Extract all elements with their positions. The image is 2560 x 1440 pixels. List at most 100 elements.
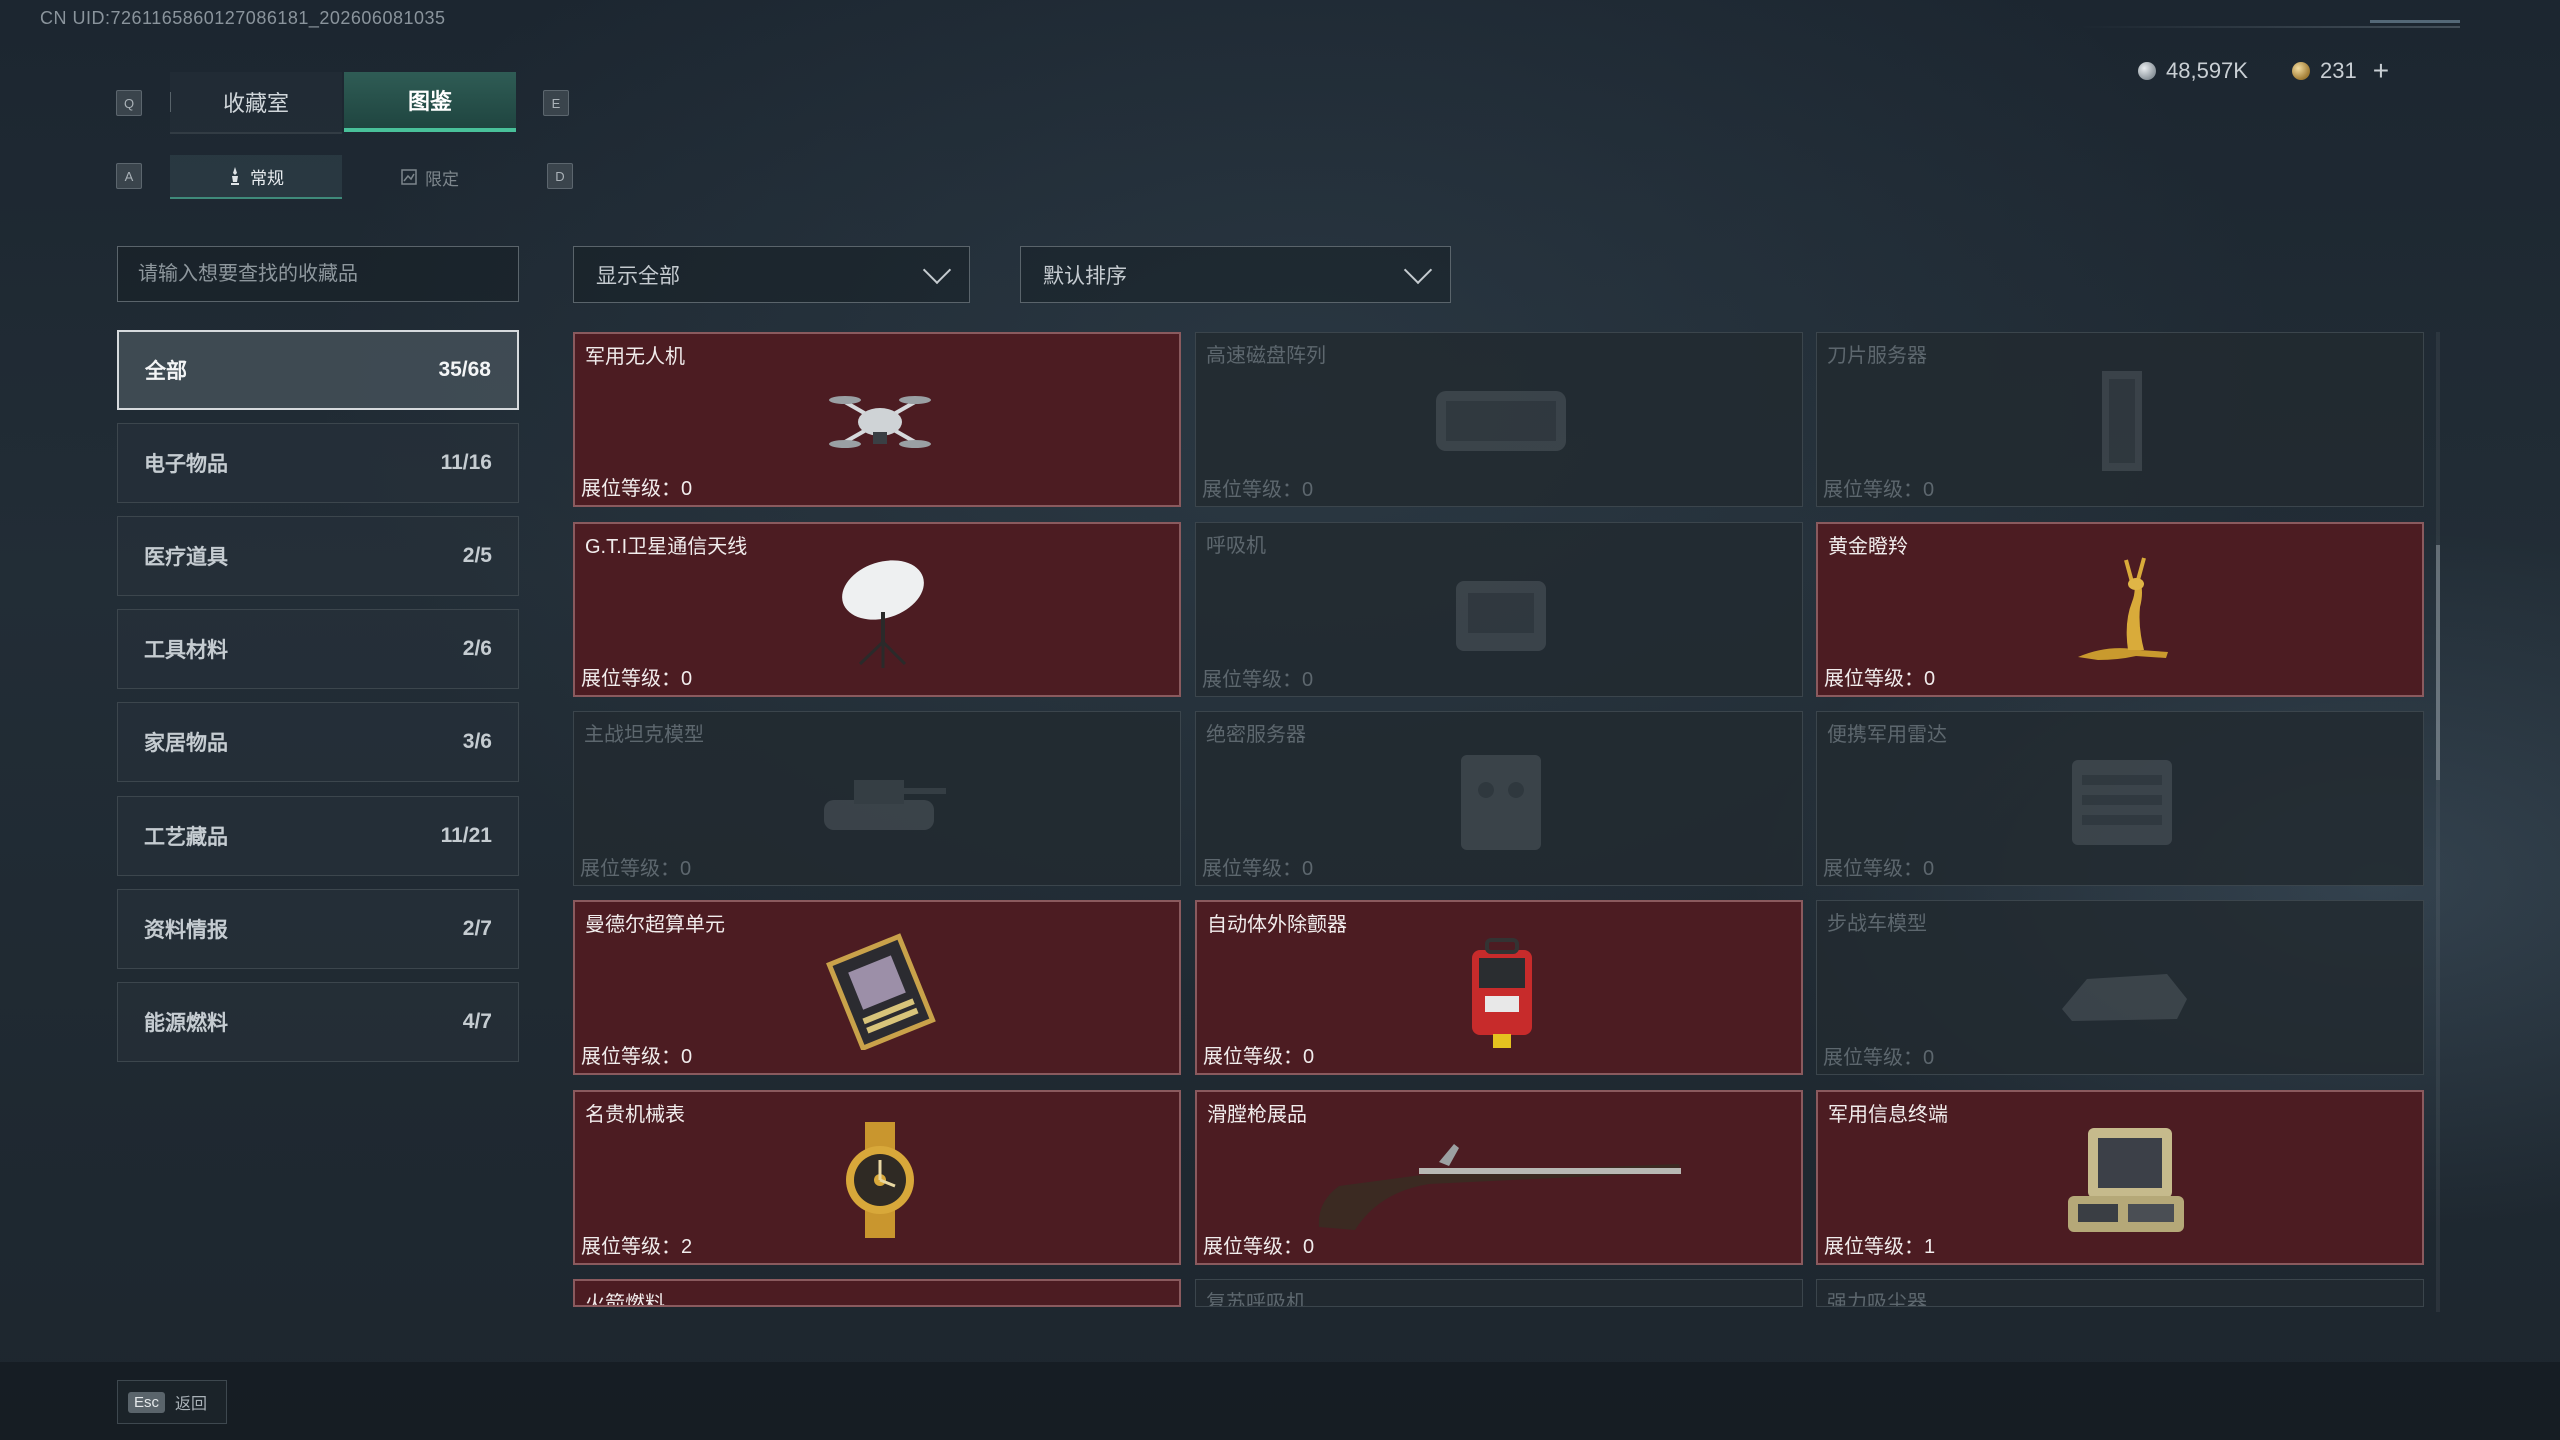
category-count: 3/6 [462,730,492,753]
item-name: 名贵机械表 [585,1104,685,1126]
exhibit-level: 展位等级：1 [1824,1236,1936,1258]
category-count: 11/16 [440,451,492,474]
disk-array-icon [1426,361,1576,481]
musket-icon [1309,1122,1689,1242]
grid-scrollbar-track[interactable] [2436,332,2440,1312]
exhibit-level: 展位等级：0 [1824,668,1936,690]
collectible-card[interactable]: 强力吸尘器 [1816,1279,2424,1307]
add-currency-button[interactable]: + [2373,57,2389,85]
collectible-card[interactable]: 复苏呼吸机 [1195,1279,1803,1307]
collectible-card[interactable]: 便携军用雷达 展位等级：0 [1816,711,2424,886]
category-item[interactable]: 资料情报 2/7 [117,889,519,969]
exhibit-level: 展位等级：2 [581,1236,693,1258]
item-name: 自动体外除颤器 [1207,914,1347,936]
grid-scrollbar-thumb[interactable] [2436,545,2440,780]
radar-icon [2047,740,2197,860]
subtab-limited[interactable]: 限定 [344,155,516,199]
category-item[interactable]: 家居物品 3/6 [117,702,519,782]
exhibit-level: 展位等级：0 [581,1046,693,1068]
item-name: 复苏呼吸机 [1206,1292,1306,1307]
exhibit-level: 展位等级：0 [1203,1046,1315,1068]
collectible-card[interactable]: 步战车模型 展位等级：0 [1816,900,2424,1075]
subtab-regular[interactable]: 常规 [170,155,342,199]
back-button[interactable]: Esc 返回 [117,1380,227,1424]
category-count: 2/5 [462,544,492,567]
collectible-card[interactable]: 曼德尔超算单元展位等级：0 [573,900,1181,1075]
item-name: 刀片服务器 [1827,345,1927,367]
category-label: 资料情报 [144,919,228,942]
category-item[interactable]: 全部 35/68 [117,330,519,410]
ventilator-icon [1426,551,1576,671]
esc-key: Esc [128,1391,166,1413]
item-name: 主战坦克模型 [584,724,704,746]
category-label: 工艺藏品 [144,826,228,849]
back-label: 返回 [175,1396,208,1413]
collectible-card[interactable]: 主战坦克模型展位等级：0 [573,711,1181,886]
gold-currency: 231 + [2292,57,2389,85]
footer-bar [0,1362,2560,1440]
key-d: D [547,163,573,189]
category-label: 能源燃料 [144,1012,228,1035]
item-name: 便携军用雷达 [1827,724,1947,746]
item-name: 呼吸机 [1206,535,1266,557]
collectible-card[interactable]: 名贵机械表展位等级：2 [573,1090,1181,1265]
key-e: E [543,90,569,116]
silver-coin-icon [2138,62,2156,80]
item-name: 曼德尔超算单元 [585,914,725,936]
collectible-search-input[interactable] [117,246,519,302]
tab-catalog[interactable]: 图鉴 [344,72,516,132]
category-label: 医疗道具 [144,546,228,569]
collectible-card[interactable]: 自动体外除颤器展位等级：0 [1195,900,1803,1075]
collectible-card[interactable]: 军用信息终端展位等级：1 [1816,1090,2424,1265]
show-filter-value: 显示全部 [596,264,680,288]
gold-watch-icon [805,1120,955,1240]
satellite-dish-icon [805,552,955,672]
exhibit-level: 展位等级：0 [1823,479,1935,501]
tab-collection-room[interactable]: 收藏室 [170,72,342,134]
item-name: 强力吸尘器 [1827,1292,1927,1307]
ifv-model-icon [2047,929,2197,1049]
category-count: 2/6 [462,637,492,660]
collectible-card[interactable]: 呼吸机 展位等级：0 [1195,522,1803,697]
category-item[interactable]: 能源燃料 4/7 [117,982,519,1062]
category-item[interactable]: 医疗道具 2/5 [117,516,519,596]
top-decor-accent [2370,20,2460,23]
collectible-card[interactable]: 军用无人机 展位等级：0 [573,332,1181,507]
silver-currency: 48,597K [2138,58,2248,84]
chevron-down-icon [922,255,952,284]
exhibit-level: 展位等级：0 [1203,1236,1315,1258]
collectible-card[interactable]: 高速磁盘阵列 展位等级：0 [1195,332,1803,507]
show-filter-dropdown[interactable]: 显示全部 [573,246,970,303]
exhibit-level: 展位等级：0 [580,858,692,880]
sort-value: 默认排序 [1043,264,1127,288]
collectible-card[interactable]: 火箭燃料 [573,1279,1181,1307]
drone-icon [805,362,955,482]
exhibit-level: 展位等级：0 [1823,1047,1935,1069]
category-count: 4/7 [462,1010,492,1033]
collectible-card[interactable]: 绝密服务器 展位等级：0 [1195,711,1803,886]
collectible-card[interactable]: G.T.I卫星通信天线 展位等级：0 [573,522,1181,697]
category-item[interactable]: 电子物品 11/16 [117,423,519,503]
item-name: 滑膛枪展品 [1207,1104,1307,1126]
exhibit-level: 展位等级：0 [1202,479,1314,501]
sort-dropdown[interactable]: 默认排序 [1020,246,1451,303]
item-name: 火箭燃料 [585,1293,665,1307]
item-name: 黄金瞪羚 [1828,536,1908,558]
collectible-card[interactable]: 黄金瞪羚展位等级：0 [1816,522,2424,697]
info-terminal-icon [2048,1120,2198,1240]
uid-label: CN UID:7261165860127086181_202606081035 [40,8,446,28]
item-name: 军用信息终端 [1828,1104,1948,1126]
secret-server-icon [1426,740,1576,860]
gold-coin-icon [2292,62,2310,80]
picture-icon [401,169,417,185]
silver-amount: 48,597K [2166,58,2248,83]
top-decor-line [2080,26,2460,28]
category-item[interactable]: 工艺藏品 11/21 [117,796,519,876]
blade-server-icon [2047,361,2197,481]
category-label: 家居物品 [144,732,228,755]
collectible-card[interactable]: 刀片服务器展位等级：0 [1816,332,2424,507]
item-name: 军用无人机 [585,346,685,368]
category-item[interactable]: 工具材料 2/6 [117,609,519,689]
collectible-card[interactable]: 滑膛枪展品展位等级：0 [1195,1090,1803,1265]
category-count: 2/7 [462,917,492,940]
